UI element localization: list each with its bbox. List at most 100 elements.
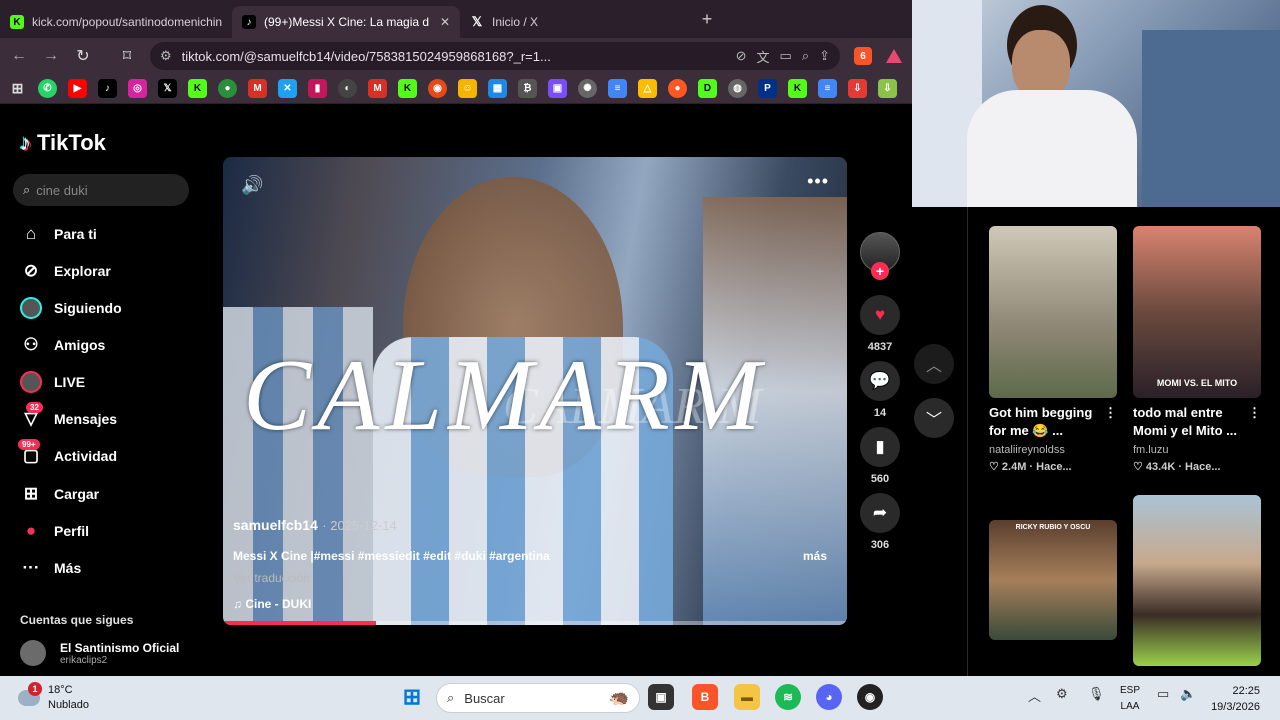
- search-input[interactable]: ⌕ cine duki: [13, 174, 189, 206]
- next-video-button[interactable]: ﹀: [914, 398, 954, 438]
- nav-explorar[interactable]: ⊘ Explorar: [20, 260, 111, 282]
- whatsapp-icon[interactable]: ✆: [38, 79, 57, 98]
- github-icon[interactable]: ◐: [338, 79, 357, 98]
- kick-2-icon[interactable]: K: [398, 79, 417, 98]
- file-explorer-icon[interactable]: ▬: [734, 684, 760, 710]
- like-button[interactable]: ♥ 4837: [860, 295, 900, 353]
- tracking-icon[interactable]: ⊘: [736, 48, 747, 64]
- share-button[interactable]: ➦ 306: [860, 493, 900, 551]
- recommended-video[interactable]: [1133, 495, 1261, 666]
- tray-chevron-icon[interactable]: ︿: [1028, 686, 1041, 705]
- youtube-icon[interactable]: ▶: [68, 79, 87, 98]
- paypal-icon[interactable]: P: [758, 79, 777, 98]
- emoji-icon[interactable]: ☺: [458, 79, 477, 98]
- record-icon[interactable]: ◉: [428, 79, 447, 98]
- volume-tray-icon[interactable]: 🔈: [1180, 686, 1196, 702]
- download-green-icon[interactable]: ⇩: [878, 79, 897, 98]
- save-button[interactable]: ▮ 560: [860, 427, 900, 485]
- author-avatar-button[interactable]: +: [860, 232, 900, 280]
- comment-button[interactable]: 💬 14: [860, 361, 900, 419]
- progress-bar[interactable]: [223, 621, 847, 625]
- reload-icon[interactable]: ↻: [74, 46, 92, 66]
- docs-2-icon[interactable]: ≡: [818, 79, 837, 98]
- video-author[interactable]: samuelfcb14: [233, 517, 318, 533]
- video-player[interactable]: CALMAR M CALMARM 🔊 ••• samuelfcb14 · 202…: [223, 157, 847, 625]
- video-thumbnail[interactable]: [1133, 495, 1261, 666]
- more-options-icon[interactable]: •••: [807, 171, 829, 192]
- tiktok-bookmark-icon[interactable]: ♪: [98, 79, 117, 98]
- obs-icon[interactable]: ◉: [857, 684, 883, 710]
- openai-icon[interactable]: ✺: [578, 79, 597, 98]
- more-vertical-icon[interactable]: ⋮: [1104, 404, 1117, 440]
- tab-kick[interactable]: K kick.com/popout/santinodomenichin: [0, 6, 232, 38]
- x-bookmark-icon[interactable]: 𝕏: [158, 79, 177, 98]
- microphone-icon[interactable]: 🎙: [1088, 686, 1105, 702]
- address-bar[interactable]: ⚙ tiktok.com/@samuelfcb14/video/75838150…: [150, 42, 840, 70]
- nav-mas[interactable]: ··· Más: [20, 557, 82, 579]
- previous-video-button[interactable]: ︿: [914, 344, 954, 384]
- bookmark-icon[interactable]: ⌑: [118, 46, 136, 66]
- chat-icon[interactable]: ▣: [548, 79, 567, 98]
- nav-live[interactable]: LIVE: [20, 371, 85, 393]
- brave-rewards-icon[interactable]: [886, 49, 902, 63]
- recommended-video[interactable]: RICKY RUBIO Y OSCU: [989, 520, 1117, 640]
- drive-icon[interactable]: △: [638, 79, 657, 98]
- more-vertical-icon[interactable]: ⋮: [1248, 404, 1261, 440]
- site-settings-icon[interactable]: ⚙: [160, 48, 172, 64]
- windows-start-icon[interactable]: ⊞: [399, 684, 425, 710]
- docs-icon[interactable]: ≡: [608, 79, 627, 98]
- nav-para-ti[interactable]: ⌂ Para ti: [20, 223, 97, 245]
- weather-widget[interactable]: 1 18°C Nublado: [18, 682, 89, 713]
- globe-icon[interactable]: ◍: [728, 79, 747, 98]
- network-icon[interactable]: ▭: [1157, 686, 1169, 702]
- chart-icon[interactable]: ▮: [308, 79, 327, 98]
- tab-x[interactable]: 𝕏 Inicio / X: [460, 6, 692, 38]
- coin-icon[interactable]: ₿: [518, 79, 537, 98]
- video-author[interactable]: nataliireynoldss: [989, 444, 1117, 456]
- language-indicator[interactable]: ESP LAA: [1120, 683, 1140, 715]
- nav-siguiendo[interactable]: Siguiendo: [20, 297, 122, 319]
- following-account[interactable]: El Santinismo Oficial erikaclips2: [20, 640, 179, 666]
- nav-cargar[interactable]: ⊞ Cargar: [20, 483, 99, 505]
- taskbar-search[interactable]: ⌕ Buscar 🦔: [436, 683, 640, 713]
- kick-bookmark-icon[interactable]: K: [188, 79, 207, 98]
- gmail-icon[interactable]: M: [248, 79, 267, 98]
- d-app-icon[interactable]: D: [698, 79, 717, 98]
- nav-perfil[interactable]: ● Perfil: [20, 520, 89, 542]
- translate-icon[interactable]: 文: [757, 47, 770, 66]
- nav-amigos[interactable]: ⚇ Amigos: [20, 334, 105, 356]
- download-icon[interactable]: ⇩: [848, 79, 867, 98]
- video-thumbnail[interactable]: [989, 226, 1117, 398]
- brave-taskbar-icon[interactable]: B: [692, 684, 718, 710]
- recommended-video[interactable]: Got him begging for me 😂 ... ⋮ nataliirey…: [989, 226, 1117, 473]
- clock[interactable]: 22:25 19/3/2026: [1211, 683, 1260, 715]
- spotify-icon[interactable]: ≋: [775, 684, 801, 710]
- tab-tiktok[interactable]: ♪ (99+)Messi X Cine: La magia d ✕: [232, 6, 460, 38]
- tray-app-icon[interactable]: ⚙: [1056, 686, 1068, 702]
- video-author[interactable]: fm.luzu: [1133, 444, 1261, 456]
- task-view-icon[interactable]: ▣: [648, 684, 674, 710]
- back-icon[interactable]: ←: [10, 47, 28, 65]
- recommended-video[interactable]: MOMI VS. EL MITO todo mal entre Momi y e…: [1133, 226, 1261, 473]
- discord-icon[interactable]: ◕: [816, 684, 842, 710]
- forward-icon[interactable]: →: [42, 47, 60, 65]
- follow-plus-icon[interactable]: +: [871, 262, 889, 280]
- new-tab-button[interactable]: +: [692, 9, 722, 30]
- more-button[interactable]: más: [803, 549, 827, 563]
- grid-app-icon[interactable]: ▦: [488, 79, 507, 98]
- nav-actividad[interactable]: ▢ 99+ Actividad: [18, 439, 117, 467]
- translate-link[interactable]: Ver traducción: [233, 571, 833, 585]
- share-icon[interactable]: ⇪: [819, 48, 830, 64]
- apps-grid-icon[interactable]: ⊞: [8, 79, 27, 98]
- cast-icon[interactable]: ▭: [780, 48, 792, 64]
- brave-shields-icon[interactable]: 6: [854, 47, 872, 65]
- tiktok-logo[interactable]: ♪ TikTok: [20, 130, 106, 156]
- video-thumbnail[interactable]: RICKY RUBIO Y OSCU: [989, 520, 1117, 640]
- nav-mensajes[interactable]: ▽ 32 Mensajes: [20, 402, 117, 430]
- instagram-icon[interactable]: ◎: [128, 79, 147, 98]
- orange-dot-icon[interactable]: ●: [668, 79, 687, 98]
- video-thumbnail[interactable]: MOMI VS. EL MITO: [1133, 226, 1261, 398]
- volume-icon[interactable]: 🔊: [241, 175, 263, 196]
- globe-green-icon[interactable]: ●: [218, 79, 237, 98]
- gmail-2-icon[interactable]: M: [368, 79, 387, 98]
